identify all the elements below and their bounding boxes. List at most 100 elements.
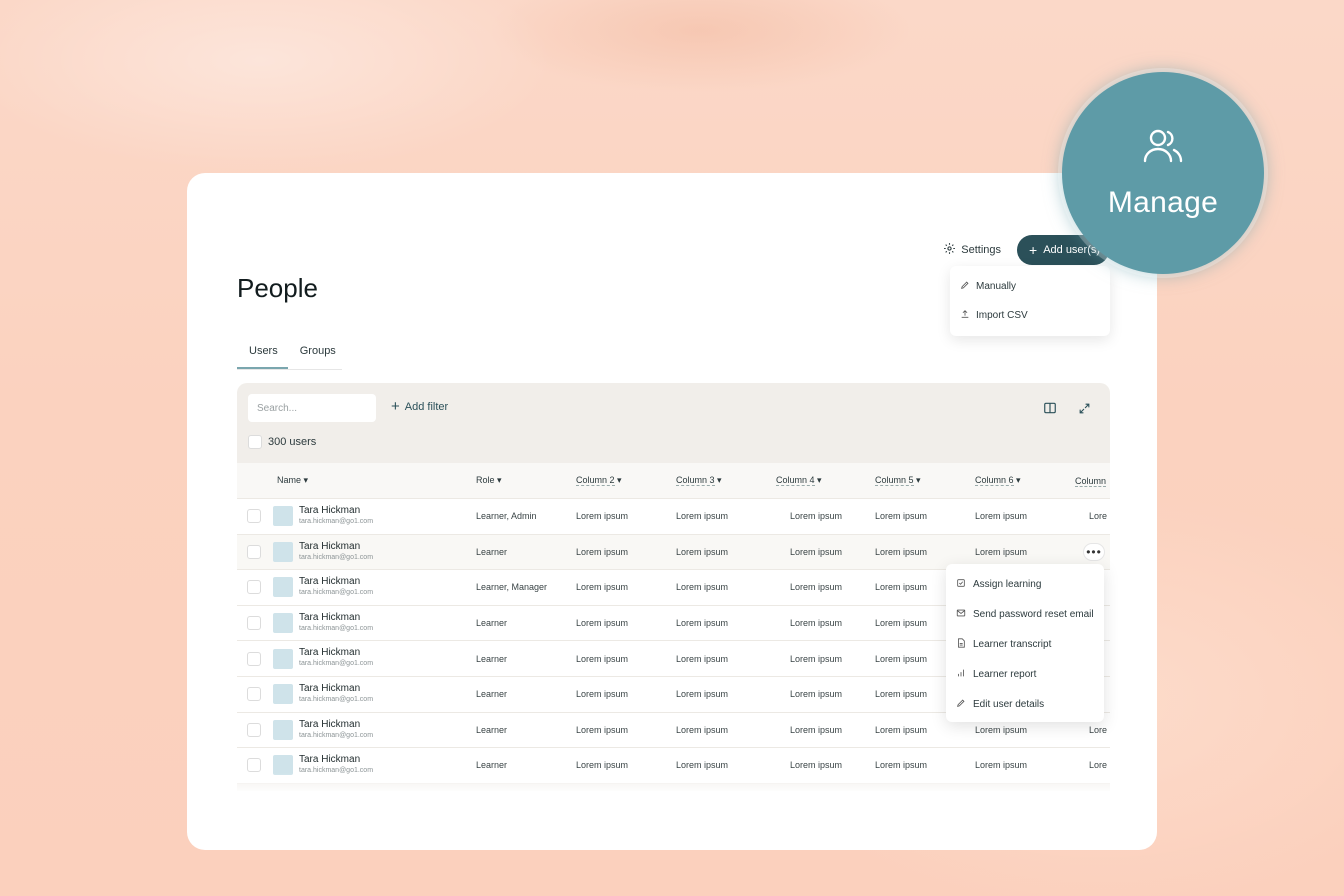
column-header-name[interactable]: Name ▾: [277, 475, 308, 486]
menu-item-label: Learner transcript: [973, 638, 1052, 650]
tab-bar: Users Groups: [237, 343, 342, 370]
cell-c4: Lorem ipsum: [790, 724, 843, 735]
cell-c5: Lorem ipsum: [875, 689, 928, 700]
cell-role: Learner: [476, 546, 508, 557]
cell-c4: Lorem ipsum: [790, 582, 843, 593]
cell-role: Learner: [476, 724, 508, 735]
add-users-label: Add user(s): [1043, 244, 1101, 256]
user-name: Tara Hickman: [299, 718, 361, 730]
user-identity: Tara Hickman tara.hickman@go1.com: [299, 754, 373, 775]
row-checkbox[interactable]: [247, 651, 261, 666]
select-all-row: 300 users: [248, 435, 316, 449]
cell-c4: Lorem ipsum: [790, 689, 843, 700]
people-card: Settings + Add user(s) Manually Import C…: [187, 173, 1157, 850]
cell-c4: Lorem ipsum: [790, 511, 843, 522]
column-header-7[interactable]: Column: [1075, 475, 1107, 487]
gear-icon: [943, 242, 956, 258]
cell-role: Learner: [476, 689, 508, 700]
pencil-icon: [956, 698, 966, 711]
tab-groups[interactable]: Groups: [288, 343, 346, 369]
select-all-checkbox[interactable]: [248, 435, 262, 449]
avatar: [273, 719, 293, 740]
cell-c2: Lorem ipsum: [576, 689, 629, 700]
upload-icon: [960, 309, 970, 322]
menu-item-learner-transcript[interactable]: Learner transcript: [946, 629, 1104, 659]
cell-c2: Lorem ipsum: [576, 582, 629, 593]
row-checkbox[interactable]: [247, 722, 261, 737]
user-name: Tara Hickman: [299, 754, 361, 766]
user-identity: Tara Hickman tara.hickman@go1.com: [299, 683, 373, 704]
user-email: tara.hickman@go1.com: [299, 695, 374, 703]
cell-c5: Lorem ipsum: [875, 724, 928, 735]
column-header-4[interactable]: Column 4 ▾: [776, 475, 822, 486]
column-header-6[interactable]: Column 6 ▾: [975, 475, 1021, 486]
row-checkbox[interactable]: [247, 544, 261, 559]
plus-icon: +: [1029, 242, 1038, 258]
menu-item-assign-learning[interactable]: Assign learning: [946, 569, 1104, 599]
cell-c2: Lorem ipsum: [576, 511, 629, 522]
cell-c5: Lorem ipsum: [875, 546, 928, 557]
row-checkbox[interactable]: [247, 580, 261, 595]
column-header-role[interactable]: Role ▾: [476, 475, 502, 486]
cell-c6: Lorem ipsum: [975, 760, 1028, 771]
columns-icon[interactable]: [1041, 399, 1059, 417]
cell-role: Learner: [476, 760, 508, 771]
add-filter-label: Add filter: [404, 401, 449, 413]
table-row[interactable]: Tara Hickman tara.hickman@go1.com Learner,…: [237, 499, 1110, 535]
column-header-5[interactable]: Column 5 ▾: [875, 475, 921, 486]
cell-c5: Lorem ipsum: [875, 582, 928, 593]
user-identity: Tara Hickman tara.hickman@go1.com: [299, 576, 373, 597]
cell-c2: Lorem ipsum: [576, 546, 629, 557]
cell-role: Learner: [476, 618, 508, 629]
user-identity: Tara Hickman tara.hickman@go1.com: [299, 647, 373, 668]
cell-c7: Lore: [1089, 760, 1108, 771]
cell-c7: Lore: [1089, 724, 1108, 735]
cell-c3: Lorem ipsum: [676, 760, 729, 771]
add-menu-item-manually[interactable]: Manually: [950, 272, 1110, 301]
menu-item-label: Assign learning: [973, 578, 1042, 590]
user-email: tara.hickman@go1.com: [299, 660, 374, 668]
add-filter-button[interactable]: + Add filter: [391, 398, 449, 415]
assign-icon: [956, 578, 966, 591]
row-checkbox[interactable]: [247, 509, 261, 524]
settings-button[interactable]: Settings: [943, 242, 1001, 258]
add-menu-item-import-csv[interactable]: Import CSV: [950, 301, 1110, 330]
menu-item-send-password-reset[interactable]: Send password reset email: [946, 599, 1104, 629]
row-checkbox[interactable]: [247, 616, 261, 631]
menu-item-learner-report[interactable]: Learner report: [946, 659, 1104, 689]
add-users-menu: Manually Import CSV: [950, 266, 1110, 336]
menu-item-label: Learner report: [973, 668, 1037, 680]
add-menu-label: Import CSV: [976, 310, 1028, 321]
tab-users[interactable]: Users: [237, 343, 288, 369]
cell-c3: Lorem ipsum: [676, 546, 729, 557]
avatar: [273, 577, 293, 598]
cell-c3: Lorem ipsum: [676, 724, 729, 735]
table-fade: [237, 773, 1110, 793]
menu-item-label: Edit user details: [973, 698, 1045, 710]
cell-c5: Lorem ipsum: [875, 760, 928, 771]
search-input[interactable]: [248, 394, 376, 422]
expand-icon[interactable]: [1075, 399, 1093, 417]
user-identity: Tara Hickman tara.hickman@go1.com: [299, 612, 373, 633]
row-checkbox[interactable]: [247, 758, 261, 773]
page-actions: Settings + Add user(s): [943, 235, 1109, 265]
user-name: Tara Hickman: [299, 647, 361, 659]
cell-role: Learner, Manager: [476, 582, 548, 593]
cell-c3: Lorem ipsum: [676, 689, 729, 700]
row-actions-menu: Assign learning Send password reset emai…: [946, 564, 1104, 722]
document-icon: [956, 637, 966, 651]
menu-item-edit-user-details[interactable]: Edit user details: [946, 689, 1104, 719]
plus-icon: +: [391, 398, 400, 415]
user-email: tara.hickman@go1.com: [299, 624, 374, 632]
row-actions-button[interactable]: •••: [1083, 542, 1105, 561]
cell-role: Learner: [476, 653, 508, 664]
user-email: tara.hickman@go1.com: [299, 553, 374, 561]
column-header-3[interactable]: Column 3 ▾: [676, 475, 722, 486]
cell-c4: Lorem ipsum: [790, 546, 843, 557]
column-header-2[interactable]: Column 2 ▾: [576, 475, 622, 486]
cell-c2: Lorem ipsum: [576, 653, 629, 664]
user-count: 300 users: [268, 436, 317, 448]
cell-c4: Lorem ipsum: [790, 653, 843, 664]
user-email: tara.hickman@go1.com: [299, 518, 374, 525]
row-checkbox[interactable]: [247, 687, 261, 702]
